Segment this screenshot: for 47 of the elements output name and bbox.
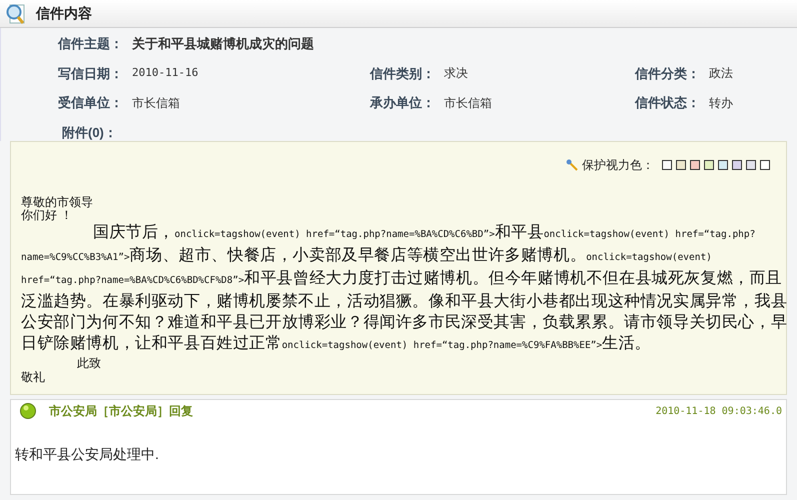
letter-text: 此致 xyxy=(77,356,101,370)
letter-text: 生活。 xyxy=(602,334,652,354)
field-label: 承办单位： xyxy=(370,94,435,112)
letter-text: 国庆节后， xyxy=(93,222,174,243)
letter-text: 商场、超市、快餐店，小卖部及早餐店等横空出世许多赌博机。 xyxy=(130,246,586,266)
code-text: href=“tag.php?name=%BA%CD%C6%BD%CF%D8”> xyxy=(21,275,244,288)
letter-text: 你们好 ！ xyxy=(21,209,72,222)
letter-text: 尊敬的市领导 xyxy=(21,196,93,209)
color-swatch[interactable] xyxy=(690,160,700,170)
code-text: onclick=tagshow(event) href=“tag.php?name=%C9%FA%BB%EE”> xyxy=(282,340,602,353)
reply-author: 市公安局［市公安局］回复 xyxy=(49,403,193,420)
code-text: onclick=tagshow(event) href=“tag.php?name=%BA%CD%C6%BD”> xyxy=(174,228,495,242)
letter-text: 公安部门为何不知？难道和平县已开放博彩业？得闻许多市民深受其害，负载累累。请市领导关切民心，早 xyxy=(21,312,788,333)
letter-text: 和平县 xyxy=(494,222,544,243)
field-label: 受信单位： xyxy=(58,94,123,112)
field-value: 关于和平县城赌博机成灾的问题 xyxy=(132,35,314,53)
field-label: 写信日期： xyxy=(58,64,123,82)
letter-text: 敬礼 xyxy=(21,370,45,384)
code-text: onclick=tagshow(event) xyxy=(586,251,712,265)
reply-time: 2010-11-18 09:03:46.0 xyxy=(656,404,782,418)
status-dot-icon xyxy=(19,402,37,420)
color-swatch[interactable] xyxy=(676,160,686,170)
code-text: name=%C9%CC%B3%A1”> xyxy=(21,252,130,265)
field-value: 2010-11-16 xyxy=(132,65,198,81)
field-label: 信件类别： xyxy=(370,64,435,82)
header-title: 信件内容 xyxy=(36,4,92,23)
color-swatch[interactable] xyxy=(718,160,728,170)
color-swatch[interactable] xyxy=(662,160,672,170)
letter-text: 泛滥趋势。在暴利驱动下，赌博机屡禁不止，活动猖獗。像和平县大街小巷都出现这种情况实属异常，我县 xyxy=(21,292,788,312)
reply-text: 转和平县公安局处理中. xyxy=(15,445,159,464)
field-label: 信件状态： xyxy=(635,94,700,112)
field-value: 市长信箱 xyxy=(444,94,492,112)
letter-text: 和平县曾经大力度打击过赌博机。但今年赌博机不但在县城死灰复燃，而且 xyxy=(244,268,782,289)
code-text: onclick=tagshow(event) href=“tag.php? xyxy=(544,228,756,242)
field-value: 政法 xyxy=(709,65,733,82)
eye-protection-label: 保护视力色： xyxy=(582,157,654,174)
field-value: 求决 xyxy=(444,65,468,82)
field-label: 附件(0)： xyxy=(62,124,117,142)
color-swatch[interactable] xyxy=(746,160,756,170)
field-label: 信件分类： xyxy=(635,64,700,82)
color-swatch[interactable] xyxy=(760,160,770,170)
color-swatch[interactable] xyxy=(704,160,714,170)
field-value: 转办 xyxy=(709,94,733,112)
color-swatch[interactable] xyxy=(732,160,742,170)
field-value: 市长信箱 xyxy=(132,94,180,112)
letter-text: 日铲除赌博机，让和平县百姓过正常 xyxy=(21,334,282,354)
field-label: 信件主题： xyxy=(58,35,123,53)
